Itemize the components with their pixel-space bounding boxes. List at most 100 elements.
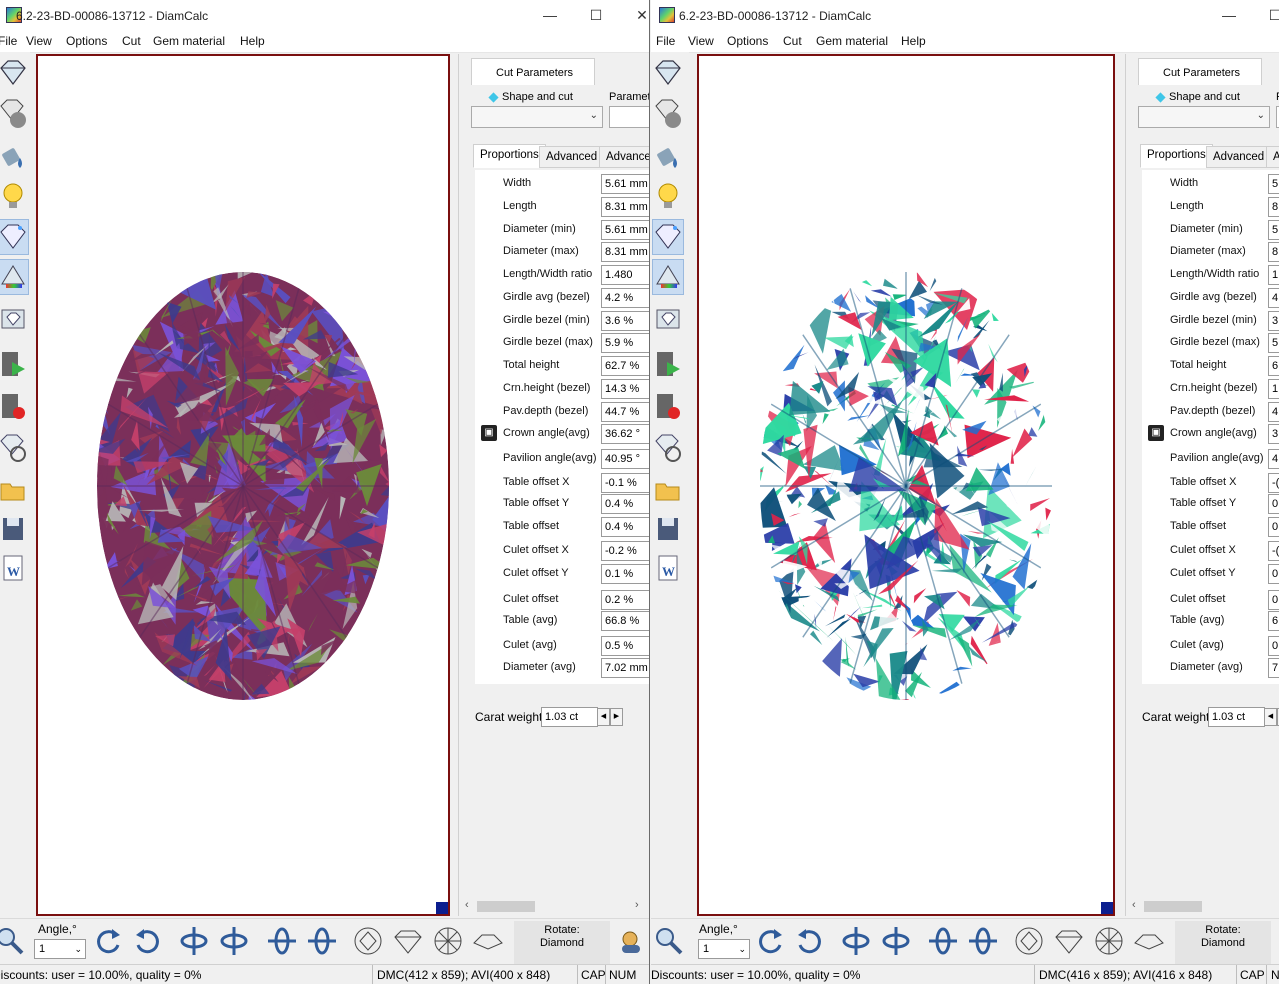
scroll-left-icon[interactable]: ‹ (465, 899, 469, 911)
zoom-icon[interactable] (0, 925, 26, 957)
property-value-field[interactable]: 8.31 mm (601, 242, 649, 262)
scrollbar-thumb[interactable] (1144, 901, 1202, 912)
carat-increase-button[interactable]: ▶ (610, 708, 623, 726)
property-value-field[interactable]: 5.61 mm (601, 174, 649, 194)
carat-decrease-button[interactable]: ◀ (597, 708, 610, 726)
film-record-icon[interactable] (653, 390, 683, 424)
carat-decrease-button[interactable]: ◀ (1264, 708, 1277, 726)
word-export-icon[interactable]: W (0, 552, 28, 586)
diamond-wheel-icon[interactable] (0, 430, 28, 464)
panel-scrollbar[interactable]: ‹ (1126, 898, 1279, 914)
scroll-left-icon[interactable]: ‹ (1132, 899, 1136, 911)
property-value-field[interactable]: -( (1268, 541, 1279, 561)
property-value-field[interactable]: 0.1 % (601, 564, 649, 584)
prism-icon[interactable] (652, 259, 684, 295)
diamond-sparkle-icon[interactable] (0, 219, 29, 255)
open-folder-icon[interactable] (653, 472, 683, 506)
property-value-field[interactable]: 5. (1268, 174, 1279, 194)
tab-advanced-2[interactable]: Advance (599, 146, 649, 168)
property-value-field[interactable]: 6 (1268, 356, 1279, 376)
top-view-icon[interactable] (1013, 925, 1045, 957)
diamond-sphere-icon[interactable] (653, 96, 683, 130)
property-value-field[interactable]: 8. (1268, 242, 1279, 262)
property-value-field[interactable]: 3. (1268, 311, 1279, 331)
carat-weight-field[interactable]: 1.03 ct (1208, 707, 1265, 727)
property-value-field[interactable]: 0. (1268, 636, 1279, 656)
scrollbar-thumb[interactable] (477, 901, 535, 912)
light-bulb-icon[interactable] (653, 180, 683, 214)
property-value-field[interactable]: 8.31 mm (601, 197, 649, 217)
flip-horizontal-alt-icon[interactable] (218, 925, 250, 957)
flip-vertical-icon[interactable] (927, 925, 959, 957)
menu-file[interactable]: File (0, 34, 17, 48)
property-value-field[interactable]: 6 (1268, 611, 1279, 631)
diamond-sparkle-icon[interactable] (652, 219, 684, 255)
angle-select[interactable]: 1 ⌄ (34, 939, 86, 959)
property-value-field[interactable]: 7.02 mm (601, 658, 649, 678)
word-export-icon[interactable]: W (653, 552, 683, 586)
minimize-button[interactable]: — (528, 4, 572, 26)
menu-help[interactable]: Help (240, 34, 265, 48)
rotate-mode-box[interactable]: Rotate: Diamond (514, 921, 610, 964)
user-avatar-icon[interactable] (616, 925, 648, 957)
property-value-field[interactable]: -0.1 % (601, 473, 649, 493)
maximize-button[interactable]: ☐ (574, 4, 618, 26)
panel-scrollbar[interactable]: ‹ › (459, 898, 649, 914)
scroll-right-icon[interactable]: › (635, 899, 639, 911)
flip-vertical-alt-icon[interactable] (967, 925, 999, 957)
lock-icon[interactable]: ▣ (481, 425, 497, 441)
rotate-mode-box[interactable]: Rotate: Diamond (1175, 921, 1271, 964)
property-value-field[interactable]: -( (1268, 473, 1279, 493)
bottom-view-icon[interactable] (432, 925, 464, 957)
menu-file[interactable]: File (656, 34, 675, 48)
menu-view[interactable]: View (26, 34, 52, 48)
property-value-field[interactable]: -0.2 % (601, 541, 649, 561)
diamond-view-icon[interactable] (0, 56, 28, 90)
flip-horizontal-icon[interactable] (178, 925, 210, 957)
diamond-sphere-icon[interactable] (0, 96, 28, 130)
parameter-field[interactable] (609, 106, 649, 128)
zoom-icon[interactable] (653, 925, 685, 957)
property-value-field[interactable]: 1. (1268, 265, 1279, 285)
tab-advanced-2[interactable]: A (1266, 146, 1279, 168)
film-record-icon[interactable] (0, 390, 28, 424)
side-view-icon[interactable] (392, 925, 424, 957)
minimize-button[interactable]: — (1207, 4, 1251, 26)
shape-select[interactable]: ⌄ (1138, 106, 1270, 128)
property-value-field[interactable]: 3 (1268, 424, 1279, 444)
light-bulb-icon[interactable] (0, 180, 28, 214)
shape-select[interactable]: ⌄ (471, 106, 603, 128)
tab-cut-parameters[interactable]: Cut Parameters (1138, 58, 1262, 85)
flip-horizontal-alt-icon[interactable] (880, 925, 912, 957)
save-disk-icon[interactable] (0, 512, 28, 546)
angle-select[interactable]: 1 ⌄ (698, 939, 750, 959)
bottom-view-icon[interactable] (1093, 925, 1125, 957)
property-value-field[interactable]: 4 (1268, 449, 1279, 469)
property-value-field[interactable]: 5. (1268, 333, 1279, 353)
paint-bucket-icon[interactable] (653, 138, 683, 172)
perspective-view-icon[interactable] (472, 925, 504, 957)
property-value-field[interactable]: 0.2 % (601, 590, 649, 610)
tab-proportions[interactable]: Proportions (473, 144, 546, 168)
property-value-field[interactable]: 5. (1268, 220, 1279, 240)
paint-bucket-icon[interactable] (0, 138, 28, 172)
property-value-field[interactable]: 3.6 % (601, 311, 649, 331)
property-value-field[interactable]: 0.4 % (601, 517, 649, 537)
property-value-field[interactable]: 36.62 ° (601, 424, 649, 444)
lock-icon[interactable]: ▣ (1148, 425, 1164, 441)
property-value-field[interactable]: 4 (1268, 402, 1279, 422)
save-disk-icon[interactable] (653, 512, 683, 546)
carat-weight-field[interactable]: 1.03 ct (541, 707, 598, 727)
property-value-field[interactable]: 1.480 (601, 265, 649, 285)
open-folder-icon[interactable] (0, 472, 28, 506)
film-play-icon[interactable] (0, 348, 28, 382)
flip-horizontal-icon[interactable] (840, 925, 872, 957)
menu-help[interactable]: Help (901, 34, 926, 48)
property-value-field[interactable]: 1 (1268, 379, 1279, 399)
tab-advanced[interactable]: Advanced (1206, 146, 1272, 168)
diamond-wheel-icon[interactable] (653, 430, 683, 464)
property-value-field[interactable]: 44.7 % (601, 402, 649, 422)
property-value-field[interactable]: 5.9 % (601, 333, 649, 353)
menu-gem-material[interactable]: Gem material (816, 34, 888, 48)
property-value-field[interactable]: 8. (1268, 197, 1279, 217)
